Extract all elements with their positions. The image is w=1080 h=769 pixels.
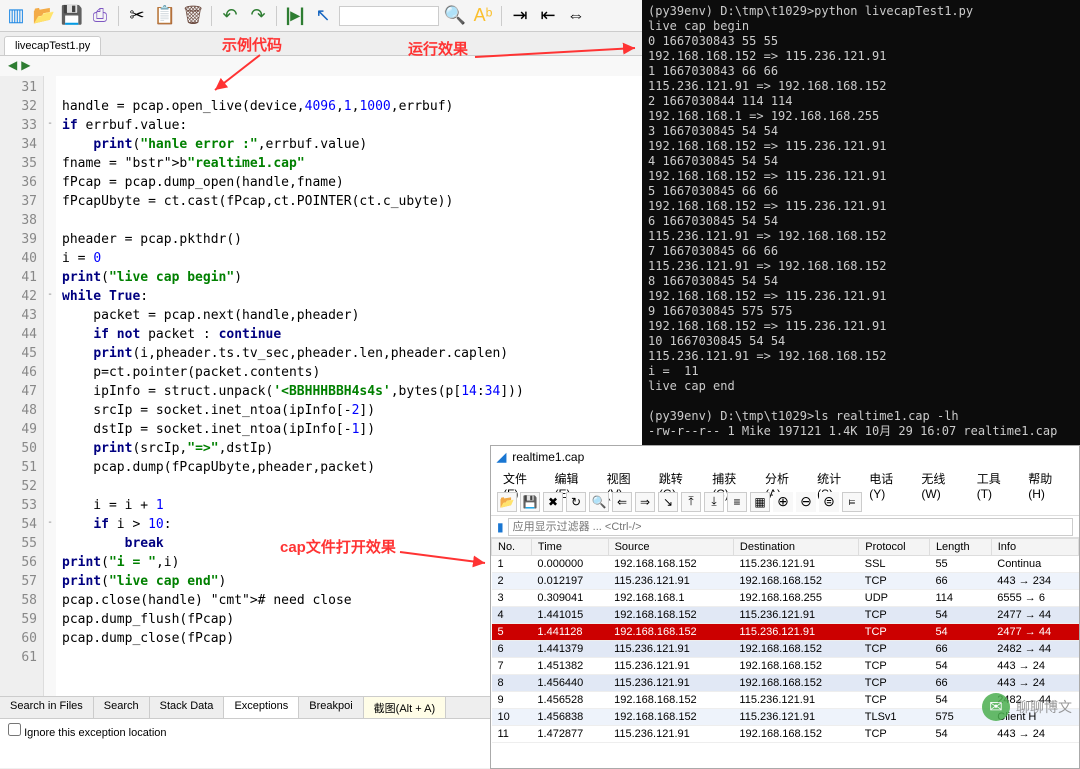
cursor-icon[interactable]: ↖ (311, 4, 335, 28)
ws-autoscroll-icon[interactable]: ≡ (727, 492, 747, 512)
table-row[interactable]: 71.451382115.236.121.91192.168.168.152TC… (492, 658, 1079, 675)
ws-goto-icon[interactable]: ↘ (658, 492, 678, 512)
ws-bookmark-icon[interactable]: ▮ (497, 520, 504, 534)
wechat-icon: ✉ (982, 693, 1010, 721)
editor-tab[interactable]: livecapTest1.py (4, 36, 101, 55)
nav-right-icon[interactable]: ▶ (21, 58, 30, 74)
ws-col-header[interactable]: Protocol (859, 539, 930, 556)
ws-colorize-icon[interactable]: ▦ (750, 492, 770, 512)
ws-first-icon[interactable]: ⤒ (681, 492, 701, 512)
ws-menu-item[interactable]: 帮助(H) (1022, 468, 1073, 488)
ws-find-icon[interactable]: 🔍 (589, 492, 609, 512)
cut-icon[interactable]: ✂ (125, 4, 149, 28)
debug-pause-icon[interactable]: |▸| (283, 4, 307, 28)
spellcheck-icon[interactable]: Aᵇ (471, 4, 495, 28)
wireshark-table-header: No.TimeSourceDestinationProtocolLengthIn… (492, 539, 1079, 556)
ignore-exception-input[interactable] (8, 723, 21, 736)
ws-col-header[interactable]: No. (492, 539, 532, 556)
wireshark-filter-bar: ▮ (491, 516, 1079, 538)
tab-stack-data[interactable]: Stack Data (150, 697, 225, 718)
ws-zoomin-icon[interactable]: ⊕ (773, 492, 793, 512)
copy-icon[interactable]: 📋 (153, 4, 177, 28)
ignore-exception-label: Ignore this exception location (24, 727, 166, 739)
exceptions-panel: Ignore this exception location (0, 718, 490, 768)
ws-resize-icon[interactable]: ⫢ (842, 492, 862, 512)
ws-col-header[interactable]: Destination (733, 539, 858, 556)
nav-left-icon[interactable]: ◀ (8, 58, 17, 74)
new-file-icon[interactable]: ▥ (4, 4, 28, 28)
table-row[interactable]: 51.441128192.168.168.152115.236.121.91TC… (492, 624, 1079, 641)
ws-menu-item[interactable]: 文件(F) (497, 468, 547, 488)
wireshark-icon: ◢ (497, 450, 506, 464)
ws-zoomout-icon[interactable]: ⊖ (796, 492, 816, 512)
ws-menu-item[interactable]: 无线(W) (915, 468, 968, 488)
open-file-icon[interactable]: 📂 (32, 4, 56, 28)
table-row[interactable]: 111.472877115.236.121.91192.168.168.152T… (492, 726, 1079, 743)
terminal[interactable]: (py39env) D:\tmp\t1029>python livecapTes… (642, 0, 1080, 445)
tab-breakpoints[interactable]: Breakpoi (299, 697, 363, 718)
ws-fwd-icon[interactable]: ⇒ (635, 492, 655, 512)
ws-close-icon[interactable]: ✖ (543, 492, 563, 512)
ws-open-icon[interactable]: 📂 (497, 492, 517, 512)
table-row[interactable]: 10.000000192.168.168.152115.236.121.91SS… (492, 556, 1079, 573)
redo-icon[interactable]: ↷ (246, 4, 270, 28)
table-row[interactable]: 41.441015192.168.168.152115.236.121.91TC… (492, 607, 1079, 624)
ws-menu-item[interactable]: 捕获(C) (706, 468, 757, 488)
screenshot-hint: 截图(Alt + A) (364, 697, 446, 718)
tab-search[interactable]: Search (94, 697, 150, 718)
outdent-icon[interactable]: ⇤ (536, 4, 560, 28)
ws-menu-item[interactable]: 视图(V) (601, 468, 651, 488)
ws-last-icon[interactable]: ⤓ (704, 492, 724, 512)
wireshark-title: realtime1.cap (512, 450, 584, 464)
line-gutter: 3132333435363738394041424344454647484950… (0, 76, 44, 696)
save-all-icon[interactable]: ⎙ (88, 4, 112, 28)
ws-zoom100-icon[interactable]: ⊜ (819, 492, 839, 512)
ws-menu-item[interactable]: 跳转(G) (653, 468, 704, 488)
table-row[interactable]: 61.441379115.236.121.91192.168.168.152TC… (492, 641, 1079, 658)
ws-col-header[interactable]: Time (531, 539, 608, 556)
ws-col-header[interactable]: Length (929, 539, 991, 556)
table-row[interactable]: 30.309041192.168.168.1192.168.168.255UDP… (492, 590, 1079, 607)
watermark-text: 聊聊博文 (1016, 697, 1072, 717)
fold-column: --- (44, 76, 56, 696)
bottom-tabs: Search in Files Search Stack Data Except… (0, 696, 490, 718)
expand-icon[interactable]: ⇔ (564, 4, 588, 28)
ws-menu-item[interactable]: 电话(Y) (863, 468, 913, 488)
ws-menu-item[interactable]: 编辑(E) (549, 468, 599, 488)
indent-icon[interactable]: ⇥ (508, 4, 532, 28)
ws-col-header[interactable]: Info (991, 539, 1078, 556)
paste-icon[interactable]: 🗑 (181, 4, 205, 28)
save-icon[interactable]: 💾 (60, 4, 84, 28)
ws-col-header[interactable]: Source (608, 539, 733, 556)
table-row[interactable]: 81.456440115.236.121.91192.168.168.152TC… (492, 675, 1079, 692)
undo-icon[interactable]: ↶ (218, 4, 242, 28)
ws-reload-icon[interactable]: ↻ (566, 492, 586, 512)
tab-exceptions[interactable]: Exceptions (224, 697, 299, 718)
table-row[interactable]: 20.012197115.236.121.91192.168.168.152TC… (492, 573, 1079, 590)
tab-search-in-files[interactable]: Search in Files (0, 697, 94, 718)
ws-menu-item[interactable]: 统计(S) (811, 468, 861, 488)
wireshark-menu: 文件(F)编辑(E)视图(V)跳转(G)捕获(C)分析(A)统计(S)电话(Y)… (491, 468, 1079, 488)
watermark: ✉ 聊聊博文 (982, 693, 1072, 721)
search-icon[interactable]: 🔍 (443, 4, 467, 28)
toolbar-search-input[interactable] (339, 6, 439, 26)
ignore-exception-checkbox[interactable]: Ignore this exception location (8, 727, 167, 739)
ws-menu-item[interactable]: 分析(A) (759, 468, 809, 488)
ws-back-icon[interactable]: ⇐ (612, 492, 632, 512)
wireshark-filter-input[interactable] (508, 518, 1073, 536)
wireshark-title-bar: ◢ realtime1.cap (491, 446, 1079, 468)
ws-save-icon[interactable]: 💾 (520, 492, 540, 512)
ws-menu-item[interactable]: 工具(T) (971, 468, 1021, 488)
